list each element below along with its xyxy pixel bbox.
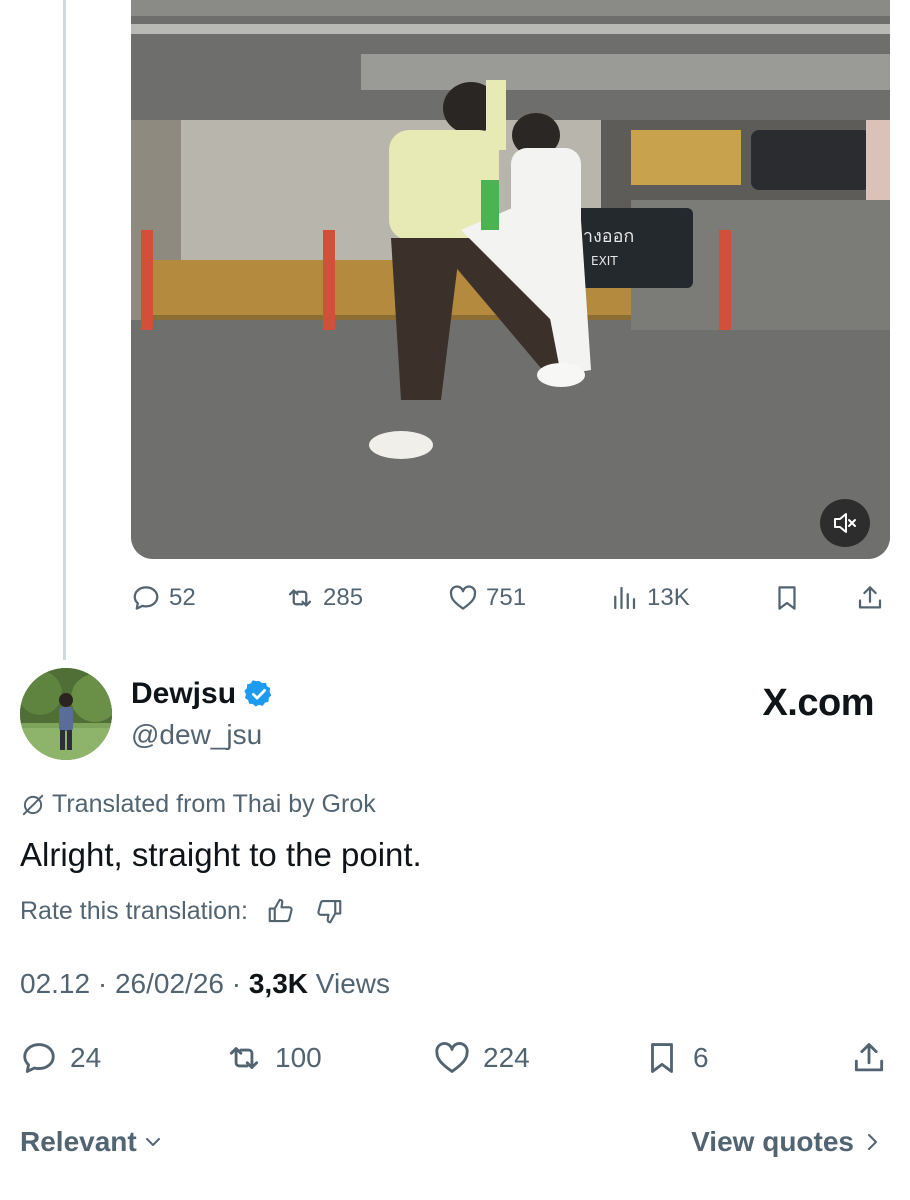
quoted-tweet-actions: 52 285 751 13K [131,578,891,618]
display-name[interactable]: Dewjsu [131,677,236,711]
chevron-right-icon [868,1134,877,1150]
thumbs-up-icon [268,898,293,923]
repost-icon [229,1047,259,1069]
avatar-image [20,668,112,760]
thread-line [63,0,66,660]
heart-icon [435,1042,469,1073]
thumbs-down-icon [317,899,342,924]
reply-count: 52 [169,584,196,611]
tweet-meta: 02.12 · 26/02/26 · 3,3K Views [20,968,390,1000]
sort-replies-dropdown[interactable]: Relevant [20,1126,165,1158]
tweet-views-count: 3,3K [248,968,309,999]
speaker-muted-icon [834,513,856,533]
user-handle[interactable]: @dew_jsu [131,719,262,751]
share-button-main[interactable] [850,1035,888,1081]
tweet-views-label: Views [315,968,390,999]
repost-button[interactable]: 285 [285,578,363,618]
translate-slash-icon [22,794,44,815]
meta-separator: · [97,968,108,999]
reply-icon [23,1043,55,1073]
reply-button-main[interactable]: 24 [20,1035,101,1081]
view-quotes-link[interactable]: View quotes [691,1126,884,1158]
reply-count-main: 24 [70,1042,102,1073]
repost-button-main[interactable]: 100 [225,1035,322,1081]
video-frame: ทางออก EXIT [131,0,890,559]
bookmark-count-main: 6 [693,1042,709,1073]
share-icon [854,1043,884,1072]
tweet-time[interactable]: 02.12 [20,968,90,999]
exit-sign-text: EXIT [591,254,618,268]
rate-label: Rate this translation: [20,896,248,925]
share-button[interactable] [855,578,885,618]
tweet-text: Alright, straight to the point. [20,836,422,873]
views-button[interactable]: 13K [609,578,690,618]
bookmark-icon [778,586,796,610]
translation-label: Translated from Thai by Grok [52,790,376,818]
reply-button[interactable]: 52 [131,578,196,618]
verified-badge-icon [244,680,272,707]
like-count: 751 [486,584,527,611]
tweet-date[interactable]: 26/02/26 [115,968,224,999]
bookmark-icon [651,1043,673,1073]
bookmark-button-main[interactable]: 6 [643,1035,709,1081]
repost-count: 285 [323,584,364,611]
display-name-row[interactable]: Dewjsu [131,677,274,711]
x-watermark: X.com [762,682,874,724]
reply-icon [133,586,159,610]
like-button-main[interactable]: 224 [433,1035,530,1081]
chevron-down-icon [145,1138,160,1146]
bookmark-button[interactable] [772,578,802,618]
tweet-video[interactable]: ทางออก EXIT [131,0,890,559]
heart-icon [449,585,477,610]
avatar[interactable] [20,668,112,760]
tweet-actions: 24 100 224 6 [20,1035,890,1081]
like-count-main: 224 [483,1042,530,1073]
view-quotes-label: View quotes [691,1126,854,1157]
views-count: 13K [647,584,690,611]
translation-notice: Translated from Thai by Grok [20,790,376,819]
mute-button[interactable] [820,499,870,547]
like-button[interactable]: 751 [448,578,526,618]
rate-translation: Rate this translation: [20,896,344,926]
repost-count-main: 100 [275,1042,322,1073]
share-icon [858,586,882,609]
repost-icon [288,589,312,607]
thumbs-down-button[interactable] [314,896,344,926]
meta-separator-2: · [231,968,242,999]
thumbs-up-button[interactable] [266,896,296,926]
analytics-icon [614,586,636,610]
sort-label: Relevant [20,1126,137,1157]
